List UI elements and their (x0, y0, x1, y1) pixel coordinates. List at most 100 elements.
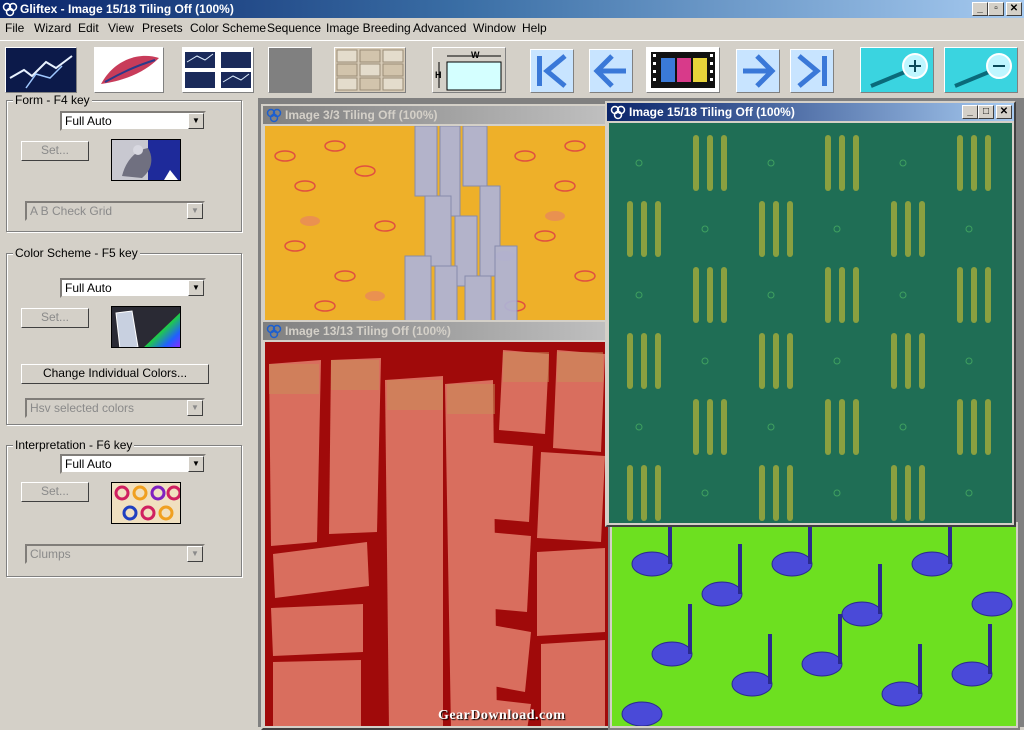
previous-image-button[interactable] (589, 49, 633, 93)
image-3-canvas[interactable] (265, 126, 609, 322)
image-13-window[interactable]: Image 13/13 Tiling Off (100%) (261, 320, 613, 730)
app-icon (266, 108, 282, 123)
image-15-window[interactable]: Image 15/18 Tiling Off (100%) _ □ ✕ (605, 101, 1016, 527)
grass-stalk (839, 267, 845, 323)
interpretation-combo-value: Full Auto (65, 457, 112, 471)
notes-image-canvas[interactable] (612, 524, 1016, 726)
form-preview-thumbnail[interactable] (111, 139, 181, 181)
change-individual-colors-button[interactable]: Change Individual Colors... (21, 364, 209, 384)
chevron-down-icon[interactable]: ▼ (188, 113, 204, 129)
form-group-legend: Form - F4 key (13, 93, 92, 107)
grass-stalk (773, 333, 779, 389)
circles-pattern-icon (112, 483, 180, 523)
grass-stalk (985, 135, 991, 191)
app-icon[interactable] (2, 1, 18, 17)
grass-stalk (693, 399, 699, 455)
tiles-button[interactable] (182, 47, 254, 93)
form-preview-image (112, 140, 180, 180)
menu-edit[interactable]: Edit (78, 21, 99, 35)
form-combo[interactable]: Full Auto ▼ (60, 111, 206, 131)
image-13-titlebar[interactable]: Image 13/13 Tiling Off (100%) (263, 322, 611, 340)
image-3-titlebar[interactable]: Image 3/3 Tiling Off (100%) (263, 106, 611, 124)
grass-stalk (787, 465, 793, 521)
first-image-button[interactable] (530, 49, 574, 93)
menu-view[interactable]: View (108, 21, 134, 35)
grass-stalk (905, 333, 911, 389)
grass-stalk (971, 267, 977, 323)
menu-advanced[interactable]: Advanced (413, 21, 466, 35)
menu-presets[interactable]: Presets (142, 21, 183, 35)
grass-stalk (825, 267, 831, 323)
image-3-title: Image 3/3 Tiling Off (100%) (285, 108, 438, 122)
size-button[interactable]: W H (432, 47, 506, 93)
grass-stalk (759, 201, 765, 257)
chevron-down-icon[interactable]: ▼ (188, 280, 204, 296)
minimize-button[interactable]: _ (972, 2, 988, 16)
grass-stalk (853, 135, 859, 191)
grass-stalk (919, 201, 925, 257)
grass-stalk (773, 465, 779, 521)
grass-stalk (825, 135, 831, 191)
image-15-minimize-button[interactable]: _ (962, 105, 978, 119)
image-15-canvas[interactable] (609, 123, 1012, 523)
filmstrip-icon (651, 52, 715, 88)
form-sub-combo-value: A B Check Grid (30, 204, 113, 218)
menu-file[interactable]: File (5, 21, 24, 35)
color-scheme-combo-value: Full Auto (65, 281, 112, 295)
menu-wizard[interactable]: Wizard (34, 21, 71, 35)
menu-color-scheme[interactable]: Color Scheme (190, 21, 266, 35)
color-scheme-set-button[interactable]: Set... (21, 308, 89, 328)
gray-square-button[interactable] (268, 47, 312, 93)
close-button[interactable]: ✕ (1006, 2, 1022, 16)
watermark: GearDownload.com (438, 708, 566, 723)
lightning-icon (6, 48, 76, 92)
stone-tiles-button[interactable] (334, 47, 406, 93)
bottles-fish-pattern (265, 126, 609, 322)
filmstrip-button[interactable] (646, 47, 720, 93)
zoom-in-button[interactable] (860, 47, 934, 93)
grass-stalk (655, 201, 661, 257)
red-tiles-pattern (265, 342, 609, 726)
notes-image-window[interactable] (608, 520, 1020, 730)
interpretation-set-button[interactable]: Set... (21, 482, 89, 502)
color-scheme-group-legend: Color Scheme - F5 key (13, 246, 140, 260)
color-scheme-preview-thumbnail[interactable] (111, 306, 181, 348)
size-h-label: H (435, 70, 442, 80)
restore-button[interactable]: ▫ (988, 2, 1004, 16)
grass-stalk (693, 267, 699, 323)
lightning-button[interactable] (5, 47, 77, 93)
form-sub-combo: A B Check Grid ▼ (25, 201, 205, 221)
interpretation-combo[interactable]: Full Auto ▼ (60, 454, 206, 474)
prism-spectrum-icon (112, 307, 180, 347)
zoom-out-icon (945, 48, 1017, 92)
grass-stalk (853, 399, 859, 455)
color-scheme-group: Color Scheme - F5 key Full Auto ▼ Set...… (6, 246, 242, 425)
menu-image-breeding[interactable]: Image Breeding (326, 21, 411, 35)
interpretation-preview-thumbnail[interactable] (111, 482, 181, 524)
menu-sequence[interactable]: Sequence (267, 21, 321, 35)
image-13-canvas[interactable] (265, 342, 609, 726)
color-scheme-combo[interactable]: Full Auto ▼ (60, 278, 206, 298)
grass-stalk (905, 465, 911, 521)
image-3-window[interactable]: Image 3/3 Tiling Off (100%) (261, 104, 613, 326)
grass-stalk (839, 135, 845, 191)
form-group: Form - F4 key Full Auto ▼ Set... A B Che… (6, 93, 242, 232)
grass-stalk (891, 465, 897, 521)
feather-button[interactable] (94, 47, 164, 93)
image-15-maximize-button[interactable]: □ (978, 105, 994, 119)
zoom-out-button[interactable] (944, 47, 1018, 93)
menu-window[interactable]: Window (473, 21, 516, 35)
interpretation-group-legend: Interpretation - F6 key (13, 438, 135, 452)
menu-help[interactable]: Help (522, 21, 547, 35)
grass-stalk (853, 267, 859, 323)
image-15-titlebar[interactable]: Image 15/18 Tiling Off (100%) _ □ ✕ (607, 103, 1014, 121)
chevron-down-icon[interactable]: ▼ (188, 456, 204, 472)
form-set-button[interactable]: Set... (21, 141, 89, 161)
grass-stalk (839, 399, 845, 455)
last-image-button[interactable] (790, 49, 834, 93)
image-15-close-button[interactable]: ✕ (996, 105, 1012, 119)
grass-stalk (787, 201, 793, 257)
next-image-button[interactable] (736, 49, 780, 93)
grass-stalk (985, 399, 991, 455)
grass-stalk (641, 333, 647, 389)
